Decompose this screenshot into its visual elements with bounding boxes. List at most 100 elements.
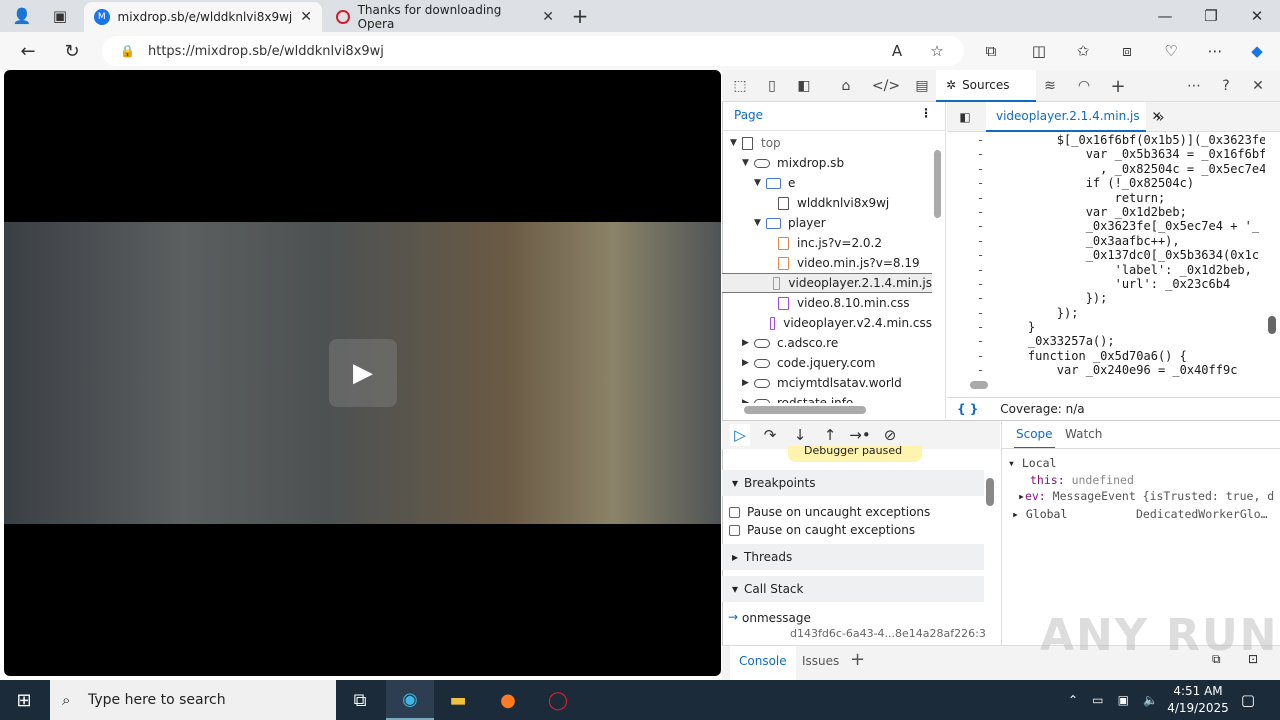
tree-item[interactable]: wlddknlvi8x9wj [722, 193, 932, 213]
device-emulation-icon[interactable]: ▯ [758, 70, 786, 102]
close-devtools-icon[interactable]: ✕ [1244, 70, 1272, 102]
navigator-h-scrollbar[interactable] [744, 406, 866, 414]
tree-item[interactable]: inc.js?v=2.0.2 [722, 233, 932, 253]
customize-menu-icon[interactable]: ⋯ [1180, 70, 1208, 102]
tree-item[interactable]: ▼ e [722, 173, 932, 193]
tree-item[interactable]: ▶ rodstate.info [722, 393, 932, 403]
scope-global[interactable]: ▸ Global [1012, 507, 1067, 521]
task-view-icon[interactable]: ⧉ [336, 680, 384, 720]
line-gutter[interactable]: - [977, 133, 984, 147]
new-tab-button[interactable]: + [566, 4, 594, 28]
dock-icon[interactable]: ◧ [790, 70, 818, 102]
step-out-icon[interactable]: ↑ [820, 424, 840, 446]
code-line[interactable]: - }); [947, 291, 1265, 305]
refresh-button[interactable]: ↻ [58, 38, 86, 64]
code-line[interactable]: - $[_0x16f6bf(0x1b5)](_0x3623fe [947, 133, 1265, 147]
step-over-icon[interactable]: ↷ [760, 424, 780, 446]
step-icon[interactable]: →• [849, 424, 870, 446]
line-gutter[interactable]: - [977, 320, 984, 334]
code-line[interactable]: - var _0x1d2beb; [947, 205, 1265, 219]
tab-sources[interactable]: ✲ Sources [936, 70, 1036, 102]
code-line[interactable]: - var _0x240e96 = _0x40ff9c [947, 363, 1265, 377]
callstack-location[interactable]: d143fd6c-6a43-4...8e14a28af226:3 [790, 627, 986, 640]
lock-icon[interactable]: 🔒 [120, 44, 135, 58]
tab-page[interactable]: Page [734, 108, 763, 122]
split-screen-icon[interactable]: ◫ [1026, 38, 1052, 64]
close-window-button[interactable]: ✕ [1242, 4, 1272, 28]
performance-icon[interactable]: ♡ [1158, 38, 1184, 64]
tab-watch[interactable]: Watch [1065, 427, 1102, 441]
navigator-menu-icon[interactable]: ⋮ [920, 106, 932, 120]
editor-h-scrollbar[interactable] [970, 381, 988, 389]
copilot-icon[interactable]: ◆ [1244, 38, 1270, 64]
line-gutter[interactable]: - [977, 191, 984, 205]
expanded-arrow-icon[interactable]: ▼ [742, 158, 754, 168]
tree-item[interactable]: ▶ mciymtdlsatav.world [722, 373, 932, 393]
more-tools-icon[interactable]: + [1104, 70, 1132, 102]
code-line[interactable]: - return; [947, 191, 1265, 205]
callstack-frame[interactable]: onmessage [742, 611, 811, 625]
tab-console[interactable]: Console [730, 646, 796, 680]
tab-opera[interactable]: Thanks for downloading Opera ✕ [326, 2, 564, 32]
pause-uncaught-checkbox[interactable]: Pause on uncaught exceptions [729, 505, 930, 519]
tree-item[interactable]: ▶ c.adsco.re [722, 333, 932, 353]
pause-caught-checkbox[interactable]: Pause on caught exceptions [729, 523, 915, 537]
code-editor[interactable]: - $[_0x16f6bf(0x1b5)](_0x3623fe - var _0x… [947, 133, 1265, 379]
line-gutter[interactable]: - [977, 234, 984, 248]
extensions-icon[interactable]: ⧉ [978, 38, 1004, 64]
scope-local[interactable]: ▾ Local [1008, 456, 1056, 470]
play-button[interactable]: ▶ [329, 339, 397, 407]
breakpoints-section[interactable]: ▾ Breakpoints [722, 470, 984, 496]
taskbar-search[interactable]: ⌕ Type here to search [50, 680, 336, 720]
read-aloud-icon[interactable]: A [884, 38, 910, 64]
tree-item[interactable]: ▼ mixdrop.sb [722, 153, 932, 173]
pretty-print-icon[interactable]: { } [957, 402, 978, 416]
editor-scrollbar[interactable] [1268, 316, 1276, 334]
toggle-navigator-icon[interactable]: ◧ [954, 106, 976, 128]
add-drawer-tab-icon[interactable]: + [850, 649, 865, 670]
line-gutter[interactable]: - [977, 263, 984, 277]
code-line[interactable]: - } [947, 320, 1265, 334]
tree-item[interactable]: ▼ top [722, 133, 932, 153]
line-gutter[interactable]: - [977, 248, 984, 262]
line-gutter[interactable]: - [977, 147, 984, 161]
welcome-home-icon[interactable]: ⌂ [832, 70, 860, 102]
code-line[interactable]: - _0x3aafbc++), [947, 234, 1265, 248]
tab-actions-icon[interactable]: ▣ [46, 4, 74, 28]
code-line[interactable]: - 'label': _0x1d2beb, [947, 263, 1265, 277]
file-tab[interactable]: videoplayer.2.1.4.min.js ✕ [986, 102, 1162, 132]
line-gutter[interactable]: - [977, 176, 984, 190]
tree-item[interactable]: ▶ code.jquery.com [722, 353, 932, 373]
collections-icon[interactable]: ⧈ [1114, 38, 1140, 64]
code-line[interactable]: - 'url': _0x23c6b4 [947, 277, 1265, 291]
address-bar[interactable]: 🔒 https://mixdrop.sb/e/wlddknlvi8x9wj [102, 36, 964, 66]
sidebar-scrollbar[interactable] [986, 478, 994, 506]
notifications-icon[interactable]: ▢ [1236, 688, 1260, 712]
line-gutter[interactable]: - [977, 277, 984, 291]
code-line[interactable]: - _0x3623fe[_0x5ec7e4 + '_ [947, 219, 1265, 233]
close-tab-icon[interactable]: ✕ [542, 9, 554, 25]
code-line[interactable]: - _0x33257a(); [947, 334, 1265, 348]
performance-icon[interactable]: ◠ [1070, 70, 1098, 102]
tab-scope[interactable]: Scope [1014, 427, 1055, 449]
more-menu-icon[interactable]: ⋯ [1202, 38, 1228, 64]
tree-item[interactable]: videoplayer.2.1.4.min.js [722, 273, 932, 293]
close-tab-icon[interactable]: ✕ [300, 9, 312, 25]
inspect-icon[interactable]: ⬚ [726, 70, 754, 102]
help-icon[interactable]: ? [1212, 70, 1240, 102]
deactivate-breakpoints-icon[interactable]: ⊘ [880, 424, 900, 446]
profile-icon[interactable]: 👤 [8, 4, 36, 28]
line-gutter[interactable]: - [977, 162, 984, 176]
network-icon[interactable]: ≋ [1036, 70, 1064, 102]
line-gutter[interactable]: - [977, 291, 984, 305]
line-gutter[interactable]: - [977, 205, 984, 219]
back-button[interactable]: ← [14, 38, 42, 64]
code-line[interactable]: - function _0x5d70a6() { [947, 349, 1265, 363]
tree-item[interactable]: video.min.js?v=8.19 [722, 253, 932, 273]
collapsed-arrow-icon[interactable]: ▶ [742, 338, 754, 348]
system-tray[interactable]: ⌃ ▭ ▣ 🔈 [1068, 690, 1158, 710]
clock[interactable]: 4:51 AM 4/19/2025 [1166, 683, 1230, 717]
code-line[interactable]: - }); [947, 306, 1265, 320]
tab-mixdrop[interactable]: M mixdrop.sb/e/wlddknlvi8x9wj ✕ [84, 2, 322, 32]
favorite-star-icon[interactable]: ☆ [924, 38, 950, 64]
